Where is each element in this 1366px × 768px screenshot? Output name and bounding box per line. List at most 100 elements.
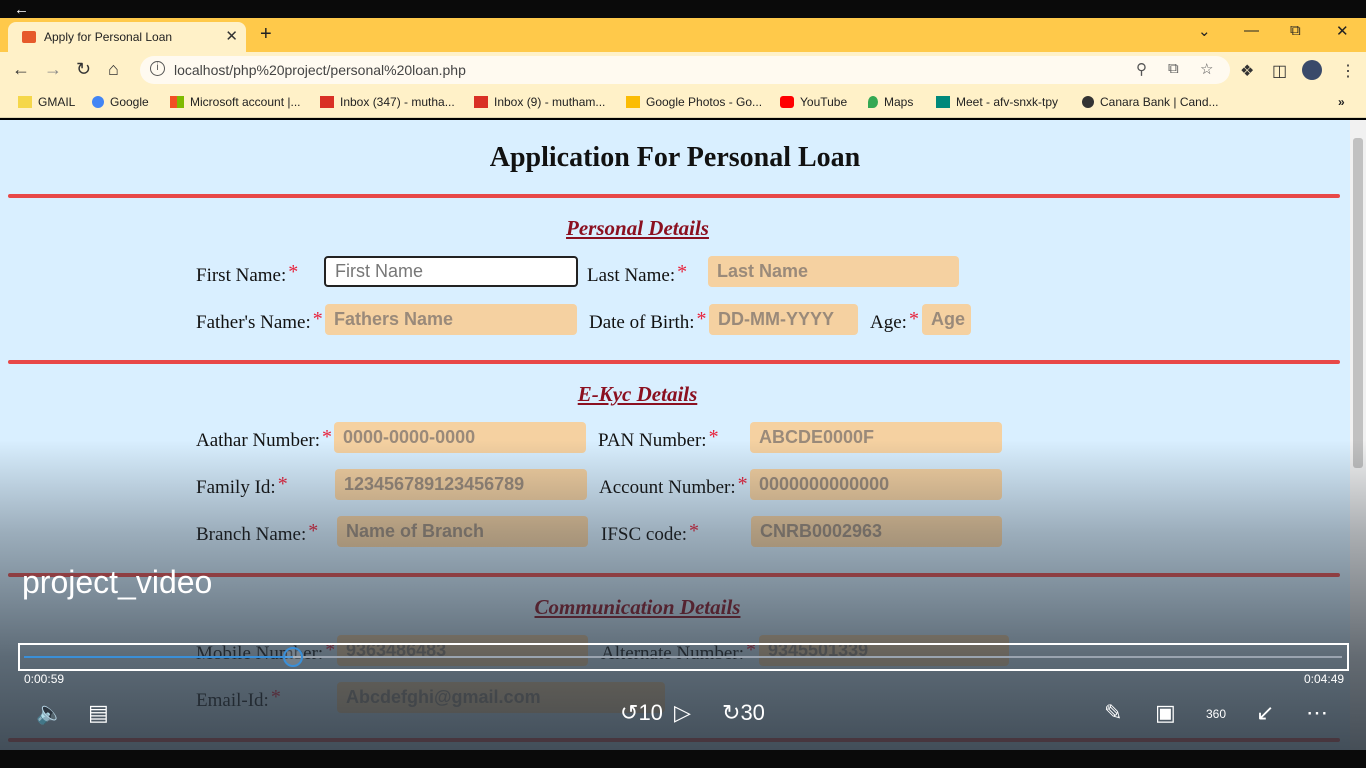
reload-icon[interactable]: ↻ [76, 59, 91, 80]
browser-tab[interactable]: Apply for Personal Loan ✕ [8, 22, 246, 52]
play-icon[interactable]: ▷ [674, 700, 691, 726]
divider [8, 194, 1340, 198]
bookmark-label: GMAIL [38, 95, 76, 109]
exit-fullscreen-icon[interactable]: ↙ [1256, 700, 1274, 726]
side-panel-icon[interactable]: ◫ [1272, 61, 1287, 81]
label-text: Last Name: [587, 265, 676, 286]
folder-icon [18, 96, 32, 108]
family-id-label: Family Id: * [196, 473, 288, 499]
zoom-icon[interactable]: ⚲ [1136, 60, 1147, 78]
bookmark-microsoft[interactable]: Microsoft account |... [170, 95, 301, 109]
label-text: Age: [870, 312, 907, 333]
label-text: Aathar Number: [196, 430, 320, 451]
bookmark-meet[interactable]: Meet - afv-snxk-tpy [936, 95, 1058, 109]
bottom-black-bar [0, 750, 1366, 768]
tab-strip: Apply for Personal Loan ✕ + ⌄ — ⧉ ✕ [0, 18, 1366, 52]
required-mark: * [321, 426, 332, 448]
share-icon[interactable]: ⧉ [1168, 60, 1179, 77]
aadhar-input[interactable]: 0000-0000-0000 [334, 422, 586, 453]
required-mark: * [689, 520, 700, 542]
home-icon[interactable]: ⌂ [108, 59, 119, 80]
more-options-icon[interactable]: ⋯ [1306, 700, 1328, 726]
bookmark-star-icon[interactable]: ☆ [1200, 60, 1213, 78]
bookmark-canara[interactable]: Canara Bank | Cand... [1082, 95, 1219, 109]
back-icon[interactable]: ← [12, 59, 30, 80]
tab-close-icon[interactable]: ✕ [225, 27, 238, 45]
bookmark-gmail[interactable]: GMAIL [18, 95, 75, 109]
maps-icon [868, 96, 878, 108]
restore-icon[interactable]: ⧉ [1290, 22, 1301, 39]
father-name-label: Father's Name: * [196, 308, 323, 334]
section-ekyc-details: E-Kyc Details [577, 382, 698, 406]
browser-menu-icon[interactable]: ⋮ [1340, 61, 1356, 81]
bookmark-label: Maps [884, 95, 914, 109]
forward-icon[interactable]: → [44, 59, 62, 80]
window-close-icon[interactable]: ✕ [1336, 22, 1349, 40]
view-360-icon[interactable]: 360 [1206, 707, 1226, 721]
required-mark: * [708, 426, 719, 448]
rewind-icon[interactable]: ↺10 [620, 700, 663, 726]
globe-icon [1082, 96, 1094, 108]
bookmark-label: YouTube [800, 95, 848, 109]
required-mark: * [677, 261, 688, 283]
player-back-arrow-icon[interactable]: ← [14, 2, 29, 17]
bookmark-maps[interactable]: Maps [868, 95, 913, 109]
branch-name-label: Branch Name: * [196, 520, 318, 546]
meet-icon [936, 96, 950, 108]
forward-seconds: 30 [740, 700, 765, 725]
section-personal-details: Personal Details [566, 216, 709, 240]
total-time: 0:04:49 [1304, 672, 1345, 686]
scrollbar-thumb[interactable] [1353, 138, 1363, 468]
mini-view-icon[interactable]: ▣ [1155, 700, 1176, 726]
edit-pencil-icon[interactable]: ✎ [1104, 700, 1122, 726]
required-mark: * [277, 473, 288, 495]
required-mark: * [737, 473, 748, 495]
page-title: Application For Personal Loan [489, 142, 861, 173]
top-black-bar [0, 0, 1366, 18]
required-mark: * [312, 308, 323, 330]
profile-avatar[interactable] [1302, 60, 1322, 80]
account-number-input[interactable]: 0000000000000 [750, 469, 1002, 500]
rewind-seconds: 10 [638, 700, 663, 725]
required-mark: * [288, 261, 299, 283]
dob-input[interactable]: DD-MM-YYYY [709, 304, 858, 335]
new-tab-icon[interactable]: + [260, 23, 272, 46]
label-text: Father's Name: [196, 312, 311, 333]
bookmark-label: Google Photos - Go... [646, 95, 763, 109]
extensions-icon[interactable]: ❖ [1240, 61, 1254, 81]
bookmark-label: Inbox (9) - mutham... [494, 95, 606, 109]
bookmark-google[interactable]: Google [92, 95, 149, 109]
label-text: Date of Birth: [589, 312, 695, 333]
page-scrollbar[interactable] [1350, 120, 1366, 750]
subtitles-icon[interactable]: ▤ [88, 700, 109, 726]
required-mark: * [696, 308, 707, 330]
pan-input[interactable]: ABCDE0000F [750, 422, 1002, 453]
more-bookmarks-icon[interactable]: » [1338, 95, 1345, 109]
aadhar-label: Aathar Number: * [196, 426, 332, 452]
email-input[interactable]: Abcdefghi@gmail.com [337, 682, 665, 713]
divider [8, 738, 1340, 742]
bookmark-google-photos[interactable]: Google Photos - Go... [626, 95, 762, 109]
forward-icon[interactable]: ↻30 [722, 700, 765, 726]
site-info-icon[interactable]: i [150, 61, 165, 76]
father-name-input[interactable]: Fathers Name [325, 304, 577, 335]
branch-name-input[interactable]: Name of Branch [337, 516, 588, 547]
url-field[interactable]: i localhost/php%20project/personal%20loa… [140, 56, 1230, 84]
tab-search-chevron-icon[interactable]: ⌄ [1198, 22, 1211, 40]
bookmark-youtube[interactable]: YouTube [780, 95, 847, 109]
minimize-icon[interactable]: — [1244, 22, 1259, 39]
bookmark-inbox-9[interactable]: Inbox (9) - mutham... [474, 95, 605, 109]
ifsc-input[interactable]: CNRB0002963 [751, 516, 1002, 547]
volume-icon[interactable]: 🔈 [36, 700, 63, 726]
last-name-input[interactable]: Last Name [708, 256, 959, 287]
google-photos-icon [626, 96, 640, 108]
family-id-input[interactable]: 123456789123456789 [335, 469, 587, 500]
label-text: First Name: [196, 265, 287, 286]
seek-thumb[interactable] [283, 647, 303, 667]
bookmark-inbox-347[interactable]: Inbox (347) - mutha... [320, 95, 455, 109]
age-input[interactable]: Age [922, 304, 971, 335]
gmail-icon [474, 96, 488, 108]
tab-title: Apply for Personal Loan [44, 30, 173, 44]
first-name-input[interactable]: First Name [324, 256, 578, 287]
microsoft-icon [170, 96, 184, 108]
